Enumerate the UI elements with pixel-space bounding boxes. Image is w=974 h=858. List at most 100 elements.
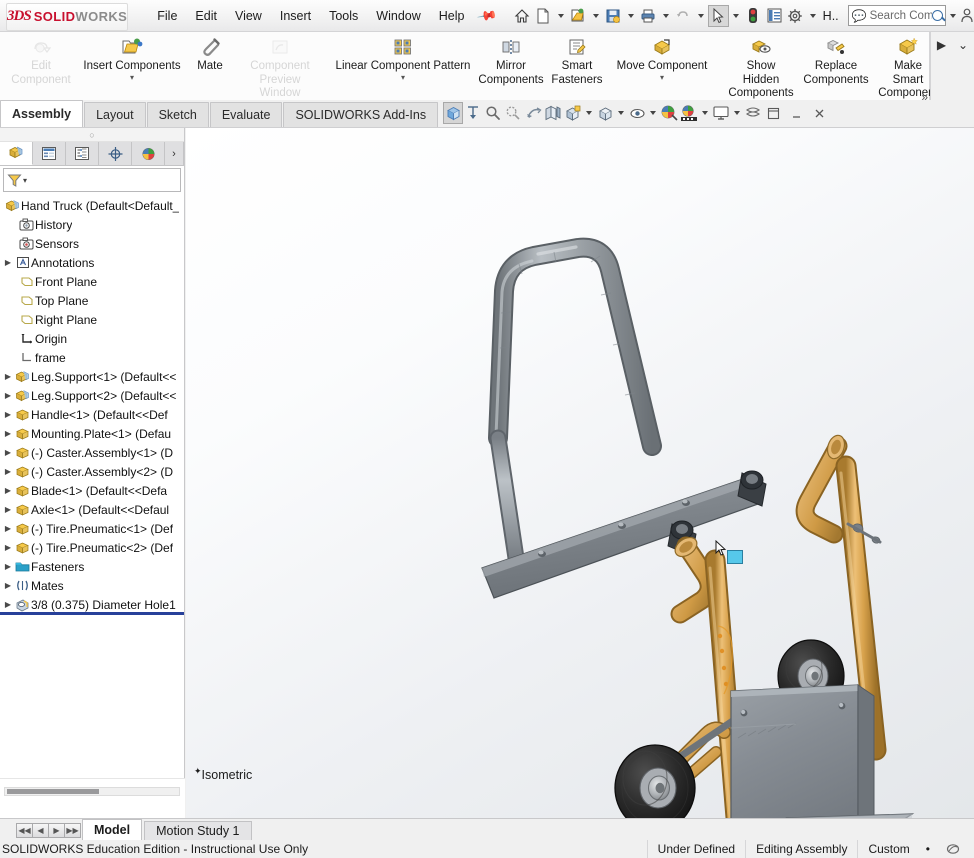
tree-item-tire-pneumatic-1[interactable]: ▶ (-) Tire.Pneumatic<1> (Def (0, 519, 184, 538)
tab-sketch[interactable]: Sketch (146, 102, 209, 127)
tree-item-tire-pneumatic-2[interactable]: ▶ (-) Tire.Pneumatic<2> (Def (0, 538, 184, 557)
menu-item-window[interactable]: Window (367, 6, 429, 26)
tree-horizontal-scrollbar[interactable] (4, 787, 180, 796)
tree-item-handle-1[interactable]: ▶ Handle<1> (Default<<Def (0, 405, 184, 424)
panel-more-tabs[interactable]: › (165, 142, 184, 165)
minimize-window-icon[interactable] (786, 102, 806, 124)
undo-icon[interactable] (673, 5, 694, 27)
open-document-icon[interactable] (568, 5, 589, 27)
view-orientation-icon[interactable] (563, 102, 583, 124)
tree-item-history[interactable]: History (0, 215, 184, 234)
move-component-dropdown[interactable]: ▾ (660, 73, 664, 81)
expand-arrow-icon[interactable]: ▶ (2, 391, 14, 400)
component-preview-window-button[interactable]: Component Preview Window (232, 32, 328, 101)
mirror-components-button[interactable]: Mirror Components (478, 32, 544, 87)
tree-item-front-plane[interactable]: Front Plane (0, 272, 184, 291)
insert-components-button[interactable]: Insert Components ▾ (76, 32, 188, 81)
status-custom-units[interactable]: Custom (857, 840, 919, 858)
replace-components-button[interactable]: Replace Components (800, 32, 872, 87)
expand-arrow-icon[interactable]: ▶ (2, 524, 14, 533)
menu-item-help[interactable]: Help (430, 6, 474, 26)
feature-manager-design-tree-tab[interactable] (0, 142, 33, 165)
mate-button[interactable]: Mate (188, 32, 232, 74)
nav-first-button[interactable]: ◀◀ (16, 823, 33, 838)
user-icon[interactable] (960, 5, 974, 27)
tab-layout[interactable]: Layout (84, 102, 146, 127)
show-hidden-components-button[interactable]: Show Hidden Components (722, 32, 800, 101)
menu-item-insert[interactable]: Insert (271, 6, 320, 26)
hide-show-items-icon[interactable] (627, 102, 647, 124)
edit-appearance-icon[interactable] (659, 102, 679, 124)
bottom-tab-model[interactable]: Model (82, 819, 143, 840)
print-dropdown-caret[interactable] (662, 13, 669, 18)
dimxpert-manager-tab[interactable] (99, 142, 132, 165)
expand-arrow-icon[interactable]: ▶ (2, 581, 14, 590)
view-settings-icon[interactable] (711, 102, 731, 124)
search-input[interactable] (869, 9, 932, 22)
traffic-light-icon[interactable] (743, 5, 764, 27)
tree-item-origin[interactable]: Origin (0, 329, 184, 348)
new-document-icon[interactable] (533, 5, 554, 27)
zoom-to-area-icon[interactable] (463, 102, 483, 124)
expand-arrow-icon[interactable]: ▶ (2, 505, 14, 514)
tree-item-caster-assembly-2[interactable]: ▶ (-) Caster.Assembly<2> (D (0, 462, 184, 481)
expand-arrow-icon[interactable]: ▶ (2, 429, 14, 438)
menu-item-file[interactable]: File (148, 6, 186, 26)
save-icon[interactable] (603, 5, 624, 27)
expand-arrow-icon[interactable]: ▶ (2, 372, 14, 381)
solidworks-logo[interactable]: 3DS SOLIDWORKS (6, 2, 129, 31)
expand-arrow-icon[interactable]: ▶ (2, 543, 14, 552)
expand-arrow-icon[interactable]: ▶ (2, 486, 14, 495)
view-orientation-caret[interactable] (586, 111, 593, 115)
search-dropdown-caret[interactable] (949, 13, 956, 18)
rotate-view-icon[interactable] (523, 102, 543, 124)
apply-scene-icon[interactable] (679, 102, 699, 124)
zoom-in-out-icon[interactable] (503, 102, 523, 124)
nav-next-button[interactable]: ▶ (48, 823, 65, 838)
status-units-caret[interactable]: • (920, 840, 936, 858)
gear-icon[interactable] (785, 5, 806, 27)
tree-item-mates[interactable]: ▶ Mates (0, 576, 184, 595)
tree-item-hand-truck[interactable]: Hand Truck (Default<Default_ (0, 196, 184, 215)
menu-item-view[interactable]: View (226, 6, 271, 26)
open-document-dropdown-caret[interactable] (592, 13, 599, 18)
bottom-tab-motion-study[interactable]: Motion Study 1 (144, 821, 252, 840)
feature-filter-box[interactable]: ▾ (3, 168, 181, 192)
hide-show-items-caret[interactable] (650, 111, 657, 115)
tree-item-axle-1[interactable]: ▶ Axle<1> (Default<<Defaul (0, 500, 184, 519)
smart-fasteners-button[interactable]: Smart Fasteners (544, 32, 610, 87)
graphics-viewport[interactable]: y x z ✦Isometric (186, 128, 974, 818)
perspective-icon[interactable] (743, 102, 763, 124)
tree-rollback-bar[interactable] (0, 612, 184, 615)
select-icon[interactable] (707, 4, 729, 27)
tab-assembly[interactable]: Assembly (0, 100, 84, 127)
zoom-to-fit-icon[interactable] (443, 102, 464, 124)
expand-arrow-icon[interactable]: ▶ (2, 448, 14, 457)
help-truncated-label[interactable]: H.. (820, 6, 842, 26)
ribbon-collapse-button[interactable]: ⌄ (958, 38, 968, 52)
menu-item-tools[interactable]: Tools (320, 6, 367, 26)
menu-item-edit[interactable]: Edit (186, 6, 226, 26)
magnifier-icon[interactable] (931, 10, 943, 21)
panel-grip-handle[interactable]: ○ (0, 128, 184, 142)
tab-evaluate[interactable]: Evaluate (209, 102, 283, 127)
tab-solidworks-add-ins[interactable]: SOLIDWORKS Add-Ins (283, 102, 439, 127)
selection-indicator[interactable] (727, 550, 743, 564)
expand-arrow-icon[interactable]: ▶ (2, 467, 14, 476)
tree-item-annotations[interactable]: ▶ Annotations (0, 253, 184, 272)
new-document-dropdown-caret[interactable] (557, 13, 564, 18)
save-dropdown-caret[interactable] (627, 13, 634, 18)
print-icon[interactable] (638, 5, 659, 27)
tree-item-caster-assembly-1[interactable]: ▶ (-) Caster.Assembly<1> (D (0, 443, 184, 462)
gear-dropdown-caret[interactable] (809, 13, 816, 18)
property-manager-tab[interactable] (33, 142, 66, 165)
tree-item-leg-support-2[interactable]: ▶ Leg.Support<2> (Default<< (0, 386, 184, 405)
tree-item-top-plane[interactable]: Top Plane (0, 291, 184, 310)
expand-arrow-icon[interactable]: ▶ (2, 600, 14, 609)
status-sketch-icon[interactable] (936, 840, 974, 858)
display-style-icon[interactable] (595, 102, 615, 124)
options-list-icon[interactable] (764, 5, 785, 27)
home-icon[interactable] (512, 5, 533, 27)
ribbon-play-button[interactable]: ▶ (937, 38, 946, 52)
expand-arrow-icon[interactable]: ▶ (2, 258, 14, 267)
